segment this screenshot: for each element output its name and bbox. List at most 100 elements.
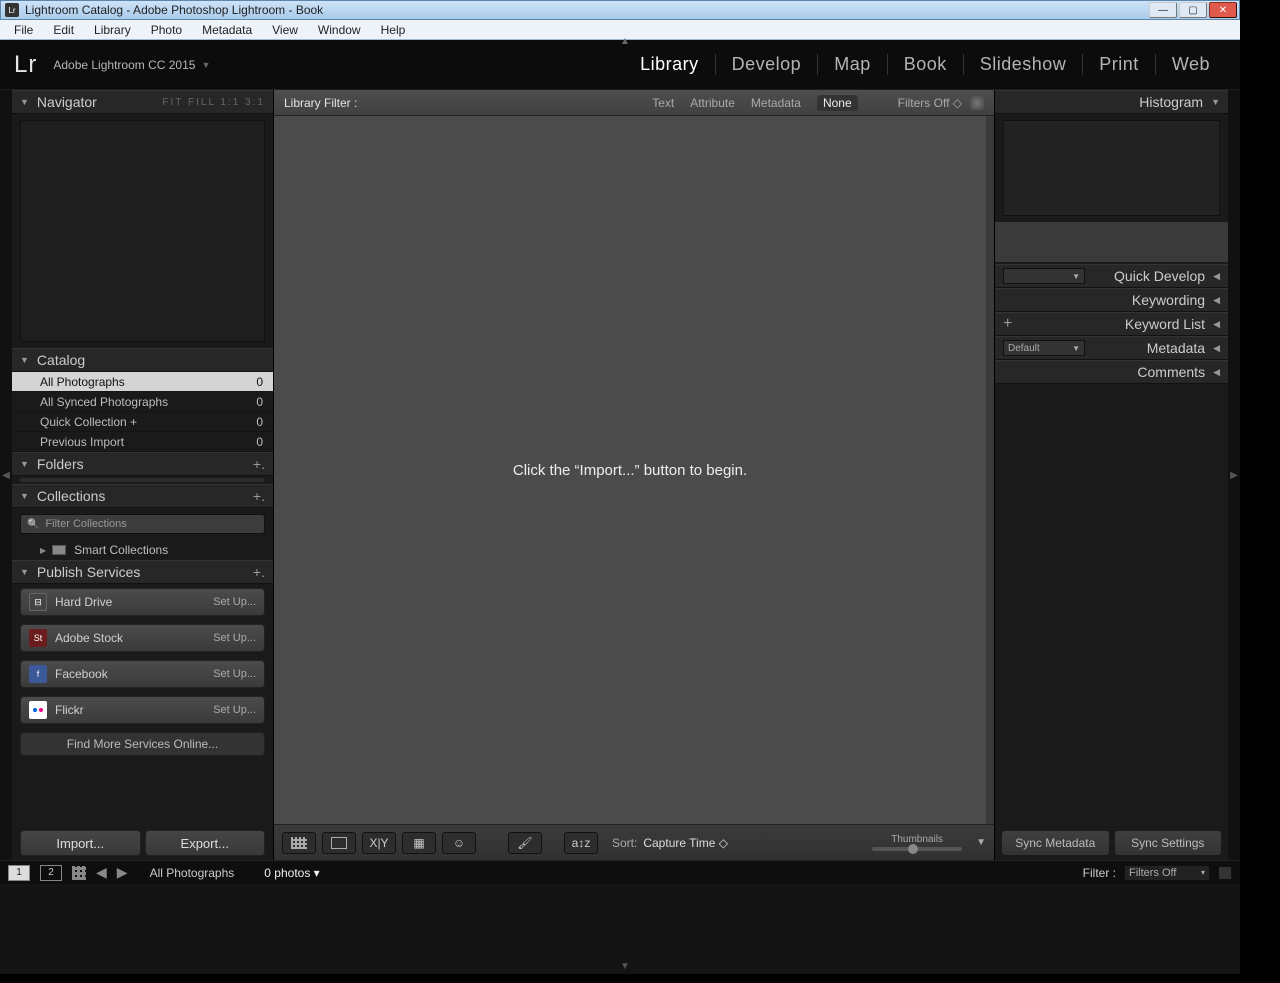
add-folder-icon[interactable]: +. (253, 456, 265, 472)
add-publish-icon[interactable]: +. (253, 564, 265, 580)
painter-tool-button[interactable]: 🖌 (508, 832, 542, 854)
add-keyword-icon[interactable]: + (1003, 315, 1012, 333)
filmstrip-filter-label: Filter : (1083, 866, 1116, 880)
filmstrip-count[interactable]: 0 photos ▾ (264, 866, 319, 880)
catalog-row-all-photos[interactable]: All Photographs 0 (12, 372, 273, 392)
catalog-row-quick-collection[interactable]: Quick Collection + 0 (12, 412, 273, 432)
filter-lock-icon[interactable] (970, 96, 984, 110)
nav-forward-icon[interactable]: ▶ (117, 864, 128, 881)
chevron-left-icon: ◀ (1213, 343, 1220, 354)
filters-off-dropdown[interactable]: Filters Off ◇ (898, 96, 962, 110)
jump-to-grid-icon[interactable] (72, 866, 86, 880)
catalog-row-previous-import[interactable]: Previous Import 0 (12, 432, 273, 452)
catalog-row-count: 0 (256, 395, 263, 409)
menu-file[interactable]: File (4, 21, 43, 39)
grid-view-button[interactable] (282, 832, 316, 854)
histogram-header[interactable]: Histogram ▼ (995, 90, 1228, 114)
filter-tab-metadata[interactable]: Metadata (751, 96, 801, 110)
survey-view-button[interactable]: ▦ (402, 832, 436, 854)
right-panel-collapse[interactable]: ▶ (1228, 90, 1240, 860)
publish-flickr[interactable]: Flickr Set Up... (20, 696, 265, 724)
nav-back-icon[interactable]: ◀ (96, 864, 107, 881)
navigator-zoom-options[interactable]: FIT FILL 1:1 3:1 (162, 97, 265, 108)
compare-view-button[interactable]: X|Y (362, 832, 396, 854)
smart-collections-row[interactable]: ▶ Smart Collections (12, 540, 273, 560)
filter-tab-text[interactable]: Text (652, 96, 674, 110)
filter-collections-input[interactable]: Filter Collections (20, 514, 265, 534)
chevron-down-icon: ▼ (20, 97, 29, 107)
add-collection-icon[interactable]: +. (253, 488, 265, 504)
bottom-panel-chevron-icon[interactable]: ▼ (620, 961, 630, 972)
sort-dropdown[interactable]: Capture Time ◇ (643, 836, 728, 850)
publish-header[interactable]: ▼ Publish Services +. (12, 560, 273, 584)
maximize-button[interactable]: ▢ (1179, 2, 1207, 18)
secondary-display-button[interactable]: 2 (40, 865, 62, 881)
module-develop[interactable]: Develop (715, 54, 818, 75)
menu-view[interactable]: View (262, 21, 308, 39)
module-map[interactable]: Map (817, 54, 887, 75)
thumbnail-label: Thumbnails (891, 834, 943, 845)
minimize-button[interactable]: — (1149, 2, 1177, 18)
module-print[interactable]: Print (1082, 54, 1155, 75)
quick-develop-header[interactable]: ▼ Quick Develop ◀ (995, 264, 1228, 288)
keyword-list-header[interactable]: + Keyword List ◀ (995, 312, 1228, 336)
publish-setup-link[interactable]: Set Up... (213, 668, 256, 680)
toolbar-options-chevron-icon[interactable]: ▼ (976, 837, 986, 848)
sync-settings-button[interactable]: Sync Settings (1114, 830, 1223, 856)
saved-preset-dropdown[interactable]: ▼ (1003, 268, 1085, 284)
import-button[interactable]: Import... (20, 830, 141, 856)
publish-adobe-stock[interactable]: St Adobe Stock Set Up... (20, 624, 265, 652)
loupe-view-button[interactable] (322, 832, 356, 854)
thumbnail-size-slider[interactable]: Thumbnails (872, 834, 962, 851)
metadata-preset-dropdown[interactable]: Default▼ (1003, 340, 1085, 356)
people-view-button[interactable]: ☺ (442, 832, 476, 854)
filmstrip-source[interactable]: All Photographs (150, 866, 235, 880)
catalog-row-label: Quick Collection + (40, 415, 137, 429)
close-button[interactable]: ✕ (1209, 2, 1237, 18)
menu-edit[interactable]: Edit (43, 21, 84, 39)
navigator-header[interactable]: ▼ Navigator FIT FILL 1:1 3:1 (12, 90, 273, 114)
keywording-header[interactable]: Keywording ◀ (995, 288, 1228, 312)
left-panel-collapse[interactable]: ◀ (0, 90, 12, 860)
main-area: ◀ ▼ Navigator FIT FILL 1:1 3:1 ▼ Catalog… (0, 90, 1240, 860)
menu-help[interactable]: Help (371, 21, 416, 39)
module-picker: Library Develop Map Book Slideshow Print… (624, 54, 1226, 75)
publish-setup-link[interactable]: Set Up... (213, 704, 256, 716)
filmstrip-filter-dropdown[interactable]: Filters Off▾ (1124, 865, 1210, 881)
publish-setup-link[interactable]: Set Up... (213, 632, 256, 644)
sync-metadata-button[interactable]: Sync Metadata (1001, 830, 1110, 856)
filter-switch-icon[interactable] (1218, 866, 1232, 880)
left-panel: ▼ Navigator FIT FILL 1:1 3:1 ▼ Catalog A… (12, 90, 274, 860)
module-web[interactable]: Web (1155, 54, 1226, 75)
find-more-services[interactable]: Find More Services Online... (20, 732, 265, 756)
sort-direction-button[interactable]: a↕z (564, 832, 598, 854)
identity-chevron-icon[interactable]: ▼ (201, 60, 210, 70)
lr-logo: Lr (14, 51, 37, 79)
menu-window[interactable]: Window (308, 21, 371, 39)
module-book[interactable]: Book (887, 54, 963, 75)
menu-metadata[interactable]: Metadata (192, 21, 262, 39)
catalog-row-count: 0 (256, 435, 263, 449)
collection-set-icon (52, 545, 66, 555)
top-panel-chevron-icon[interactable]: ▲ (620, 36, 630, 47)
menu-photo[interactable]: Photo (141, 21, 192, 39)
menu-library[interactable]: Library (84, 21, 141, 39)
catalog-row-synced[interactable]: All Synced Photographs 0 (12, 392, 273, 412)
grid-canvas: Click the “Import...” button to begin. (274, 116, 994, 824)
export-button[interactable]: Export... (145, 830, 266, 856)
module-slideshow[interactable]: Slideshow (963, 54, 1083, 75)
filter-tab-attribute[interactable]: Attribute (690, 96, 735, 110)
chevron-left-icon: ◀ (1213, 367, 1220, 378)
module-library[interactable]: Library (624, 54, 715, 75)
publish-label: Adobe Stock (55, 631, 123, 645)
catalog-header[interactable]: ▼ Catalog (12, 348, 273, 372)
folders-header[interactable]: ▼ Folders +. (12, 452, 273, 476)
publish-setup-link[interactable]: Set Up... (213, 596, 256, 608)
publish-hard-drive[interactable]: ⊟ Hard Drive Set Up... (20, 588, 265, 616)
collections-header[interactable]: ▼ Collections +. (12, 484, 273, 508)
publish-facebook[interactable]: f Facebook Set Up... (20, 660, 265, 688)
comments-header[interactable]: Comments ◀ (995, 360, 1228, 384)
filter-tab-none[interactable]: None (817, 95, 858, 111)
primary-display-button[interactable]: 1 (8, 865, 30, 881)
metadata-header[interactable]: Default▼ Metadata ◀ (995, 336, 1228, 360)
